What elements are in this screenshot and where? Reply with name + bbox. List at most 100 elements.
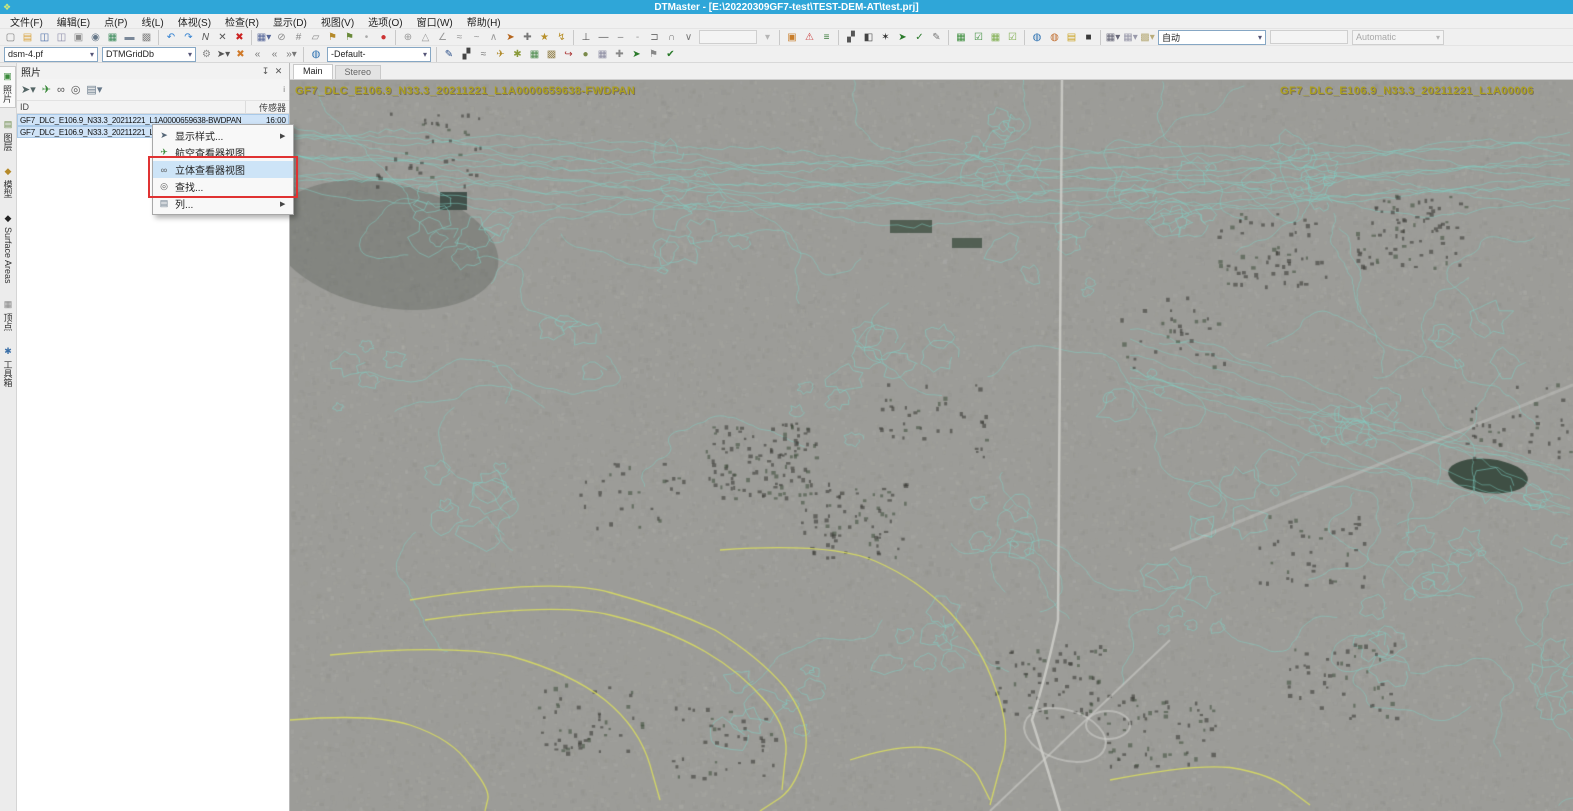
contrast-icon[interactable]: ◧: [860, 30, 877, 45]
menu-item[interactable]: 选项(O): [361, 14, 409, 29]
bold-move-icon[interactable]: ✶: [877, 30, 894, 45]
pin-icon[interactable]: ↧: [259, 66, 272, 77]
globe-blue-icon[interactable]: ◍: [1024, 30, 1046, 45]
menu-item[interactable]: 文件(F): [3, 14, 50, 29]
aerial-viewer-icon[interactable]: ✈: [42, 83, 51, 96]
columns-dd-icon[interactable]: ▤▾: [86, 83, 102, 96]
menu-item[interactable]: 帮助(H): [460, 14, 508, 29]
grid-dd2-icon[interactable]: ▦▾: [1122, 30, 1139, 45]
snap-dropdown-icon[interactable]: ▾: [759, 30, 776, 45]
pick-arrow-icon[interactable]: ➤: [502, 30, 519, 45]
flag-yellow-icon[interactable]: ⚑: [324, 30, 341, 45]
undo-icon[interactable]: ↶: [158, 30, 180, 45]
print-icon[interactable]: ▬: [121, 30, 138, 45]
terrain-icon[interactable]: ▞: [458, 47, 475, 62]
db-combo[interactable]: DTMGridDb ▾: [102, 47, 196, 62]
dtm-file-combo[interactable]: dsm-4.pf ▾: [4, 47, 98, 62]
constraint-icon[interactable]: ⊥: [573, 30, 595, 45]
bracket-icon[interactable]: ⊐: [646, 30, 663, 45]
menu-item[interactable]: 视图(V): [314, 14, 361, 29]
column-sensor[interactable]: 传感器: [245, 101, 289, 114]
globe-orange-icon[interactable]: ◍: [1046, 30, 1063, 45]
new-file-icon[interactable]: ▢: [2, 30, 19, 45]
dem-tile-icon[interactable]: ▞: [838, 30, 860, 45]
hline2-icon[interactable]: –: [612, 30, 629, 45]
menu-item[interactable]: 编辑(E): [50, 14, 97, 29]
stereo-viewer-icon[interactable]: ∞: [57, 84, 65, 96]
dark-tile-icon[interactable]: ■: [1080, 30, 1097, 45]
copy-icon[interactable]: ▣: [70, 30, 87, 45]
dot-tool-icon[interactable]: •: [358, 30, 375, 45]
redo-orange-icon[interactable]: ↪: [560, 47, 577, 62]
style-combo[interactable]: -Default- ▾: [327, 47, 431, 62]
arc-icon[interactable]: ∩: [663, 30, 680, 45]
gallery-icon[interactable]: ▩: [138, 30, 155, 45]
record-icon[interactable]: ●: [375, 30, 392, 45]
save-all-icon[interactable]: ◫: [53, 30, 70, 45]
slope-icon[interactable]: ∠: [434, 30, 451, 45]
info-icon[interactable]: i: [283, 85, 285, 94]
green-grid-icon[interactable]: ▦: [948, 30, 970, 45]
cross-tool-icon[interactable]: ✚: [611, 47, 628, 62]
contour-icon[interactable]: ≈: [475, 47, 492, 62]
viewer-tab[interactable]: Stereo: [335, 65, 382, 79]
redo-icon[interactable]: ↷: [180, 30, 197, 45]
surface-areas-icon[interactable]: ◆ Surface Areas: [2, 209, 14, 288]
blue-cells-icon[interactable]: ▦: [594, 47, 611, 62]
warning-icon[interactable]: ⚠: [801, 30, 818, 45]
polyline-tool-icon[interactable]: N: [197, 30, 214, 45]
parameter-input[interactable]: [1270, 30, 1348, 44]
map-canvas[interactable]: [290, 80, 1573, 811]
vertices-icon[interactable]: ▦ 顶点: [1, 295, 16, 335]
context-menu-item[interactable]: ▤ 列... ▶: [153, 195, 293, 212]
flag-green-icon[interactable]: ⚑: [341, 30, 358, 45]
next-pair-dd-icon[interactable]: »▾: [283, 47, 300, 62]
delete-vertex-icon[interactable]: ✕: [214, 30, 231, 45]
edit-pencil-icon[interactable]: ✎: [928, 30, 945, 45]
grid-menu-icon[interactable]: ▦▾: [251, 30, 273, 45]
play-icon[interactable]: ➤: [628, 47, 645, 62]
photo-pair-icon[interactable]: ▣: [779, 30, 801, 45]
green-cells-icon[interactable]: ▦: [526, 47, 543, 62]
context-menu-item[interactable]: ◎ 查找...: [153, 178, 293, 195]
snapshot-icon[interactable]: ◉: [87, 30, 104, 45]
toolbox-icon[interactable]: ✱ 工具箱: [1, 342, 16, 391]
drape-icon[interactable]: ≈: [451, 30, 468, 45]
save-icon[interactable]: ◫: [36, 30, 53, 45]
lime-grid-check-icon[interactable]: ☑: [1004, 30, 1021, 45]
check-green-icon[interactable]: ✔: [662, 47, 679, 62]
brown-cells-icon[interactable]: ▩: [543, 47, 560, 62]
menu-item[interactable]: 点(P): [97, 14, 134, 29]
menu-item[interactable]: 线(L): [134, 14, 170, 29]
find-icon[interactable]: ◎: [71, 83, 81, 96]
context-menu-item[interactable]: ➤ 显示样式... ▶: [153, 127, 293, 144]
smooth-icon[interactable]: ~: [468, 30, 485, 45]
context-menu-item[interactable]: ✈ 航空查看器视图: [153, 144, 293, 161]
viewer-tab[interactable]: Main: [293, 64, 333, 79]
layout-grid-icon[interactable]: ▦: [104, 30, 121, 45]
select-dd-icon[interactable]: ➤▾: [21, 83, 36, 96]
lime-grid-icon[interactable]: ▦: [987, 30, 1004, 45]
orange-x-icon[interactable]: ✖: [232, 47, 249, 62]
green-grid-check-icon[interactable]: ☑: [970, 30, 987, 45]
layers-icon[interactable]: ▤ 图层: [1, 115, 16, 155]
tree-icon[interactable]: ✱: [509, 47, 526, 62]
photos-icon[interactable]: ▣ 照片: [0, 66, 16, 108]
models-icon[interactable]: ◆ 模型: [1, 162, 16, 202]
prev-pair-icon[interactable]: «: [249, 47, 266, 62]
gear-icon[interactable]: ⚙: [198, 47, 215, 62]
close-icon[interactable]: ✕: [272, 66, 285, 77]
snap-icon[interactable]: ⊕: [395, 30, 417, 45]
check-tool-icon[interactable]: ∨: [680, 30, 697, 45]
hline3-icon[interactable]: -: [629, 30, 646, 45]
menu-item[interactable]: 体视(S): [171, 14, 218, 29]
layers-icon[interactable]: ≡: [818, 30, 835, 45]
mode-combo[interactable]: 自动 ▾: [1158, 30, 1266, 45]
column-id[interactable]: ID: [17, 102, 245, 112]
snap-distance-input[interactable]: [699, 30, 757, 44]
grid-dd-icon[interactable]: ▦▾: [1100, 30, 1122, 45]
spike-filter-icon[interactable]: ∧: [485, 30, 502, 45]
plane-gold-icon[interactable]: ✈: [492, 47, 509, 62]
magic-wand-icon[interactable]: ★: [536, 30, 553, 45]
area-tool-icon[interactable]: ▱: [307, 30, 324, 45]
